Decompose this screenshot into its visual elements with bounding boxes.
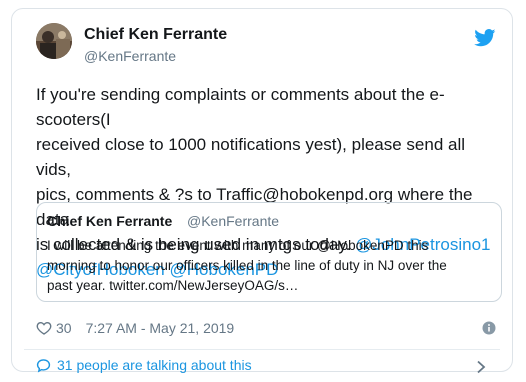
tweet-line: received close to 1000 notifications yes… xyxy=(36,135,466,179)
speech-bubble-icon xyxy=(36,358,51,372)
avatar[interactable] xyxy=(36,23,72,59)
quoted-tweet[interactable]: Chief Ken Ferrante @KenFerrante I will b… xyxy=(36,202,502,302)
tweet-card: Chief Ken Ferrante @KenFerrante If you'r… xyxy=(11,8,513,374)
like-count[interactable]: 30 xyxy=(56,320,72,336)
divider xyxy=(24,349,500,350)
avatar-image xyxy=(36,23,72,59)
quoted-tweet-text: I will be attending the event with many … xyxy=(47,236,487,296)
tweet-line: If you're sending complaints or comments… xyxy=(36,85,445,129)
chevron-right-icon[interactable] xyxy=(476,360,486,374)
quoted-author-handle: @KenFerrante xyxy=(187,213,280,229)
conversation-link[interactable]: 31 people are talking about this xyxy=(36,357,252,373)
conversation-label: 31 people are talking about this xyxy=(57,357,252,373)
timestamp[interactable]: 7:27 AM - May 21, 2019 xyxy=(86,320,235,336)
quoted-line: I will be attending the event with many … xyxy=(47,238,429,253)
tweet-meta: 30 7:27 AM - May 21, 2019 xyxy=(36,318,234,338)
author-handle[interactable]: @KenFerrante xyxy=(84,48,176,64)
info-icon[interactable] xyxy=(482,321,496,335)
twitter-bird-icon[interactable] xyxy=(474,29,496,47)
quoted-line: morning to honor our officers killed in … xyxy=(47,258,447,273)
quoted-line: past year. twitter.com/NewJerseyOAG/s… xyxy=(47,278,299,293)
quoted-author-name: Chief Ken Ferrante xyxy=(47,213,173,229)
heart-icon[interactable] xyxy=(36,320,52,336)
author-name[interactable]: Chief Ken Ferrante xyxy=(84,26,227,44)
